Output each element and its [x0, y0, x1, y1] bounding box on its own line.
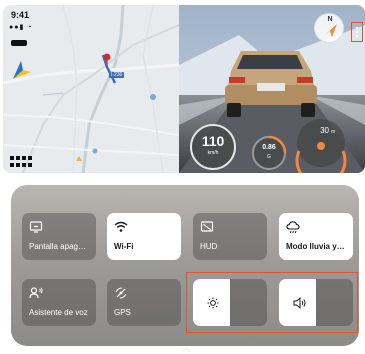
- distance-unit: m: [331, 129, 336, 135]
- status-time: 9:41: [11, 10, 30, 20]
- tile-screen-off-label: Pantalla apagada: [29, 242, 89, 251]
- apps-grid-icon[interactable]: [10, 156, 32, 168]
- battery-icon: [11, 40, 27, 46]
- tile-rain-mode-label: Modo lluvia y n...: [286, 242, 346, 251]
- tile-hud-label: HUD: [200, 242, 218, 251]
- device-screen: 9:41 ●●▮ ◔ I-230 110 km/h 0.86 G 30 m N …: [3, 5, 365, 173]
- compass-arrow-icon: [324, 24, 337, 37]
- cloud-rain-icon: [286, 221, 300, 234]
- tile-voice-assistant[interactable]: Asistente de voz: [22, 279, 96, 326]
- distance-value: 30: [320, 126, 329, 135]
- hud-icon: [200, 221, 214, 232]
- gforce-value: 0.86: [262, 144, 276, 151]
- navigation-arrow-icon[interactable]: [11, 59, 33, 81]
- tile-voice-assistant-label: Asistente de voz: [29, 308, 88, 317]
- tile-gps[interactable]: GPS: [107, 279, 181, 326]
- tile-wifi-label: Wi-Fi: [114, 242, 134, 251]
- tile-screen-off[interactable]: Pantalla apagada: [22, 213, 96, 260]
- compass-widget[interactable]: N: [314, 13, 344, 43]
- wifi-icon: [114, 221, 128, 232]
- road-badge: I-230: [109, 72, 125, 78]
- tile-hud[interactable]: HUD: [193, 213, 267, 260]
- destination-pin-icon: [103, 53, 111, 67]
- tile-rain-mode[interactable]: Modo lluvia y n...: [279, 213, 353, 260]
- control-center-panel: Pantalla apagada Wi-Fi HUD Modo lluvia y…: [11, 185, 359, 346]
- screen-off-icon: [29, 221, 43, 233]
- signal-wifi-icon: ●●▮ ◔: [9, 24, 33, 31]
- warning-icon: ⚠: [352, 143, 360, 152]
- gforce-unit: G: [267, 154, 271, 160]
- voice-assistant-icon: [29, 287, 43, 299]
- chevron-up-icon[interactable]: ︽: [181, 339, 191, 354]
- tile-gps-label: GPS: [114, 308, 131, 317]
- tile-wifi[interactable]: Wi-Fi: [107, 213, 181, 260]
- speed-value: 110: [201, 133, 225, 149]
- sliders-highlight: [186, 272, 358, 333]
- more-options-highlight: [351, 22, 363, 42]
- gps-icon: [115, 287, 127, 299]
- speed-unit: km/h: [207, 150, 219, 156]
- map-view[interactable]: 9:41 ●●▮ ◔ I-230: [3, 5, 179, 173]
